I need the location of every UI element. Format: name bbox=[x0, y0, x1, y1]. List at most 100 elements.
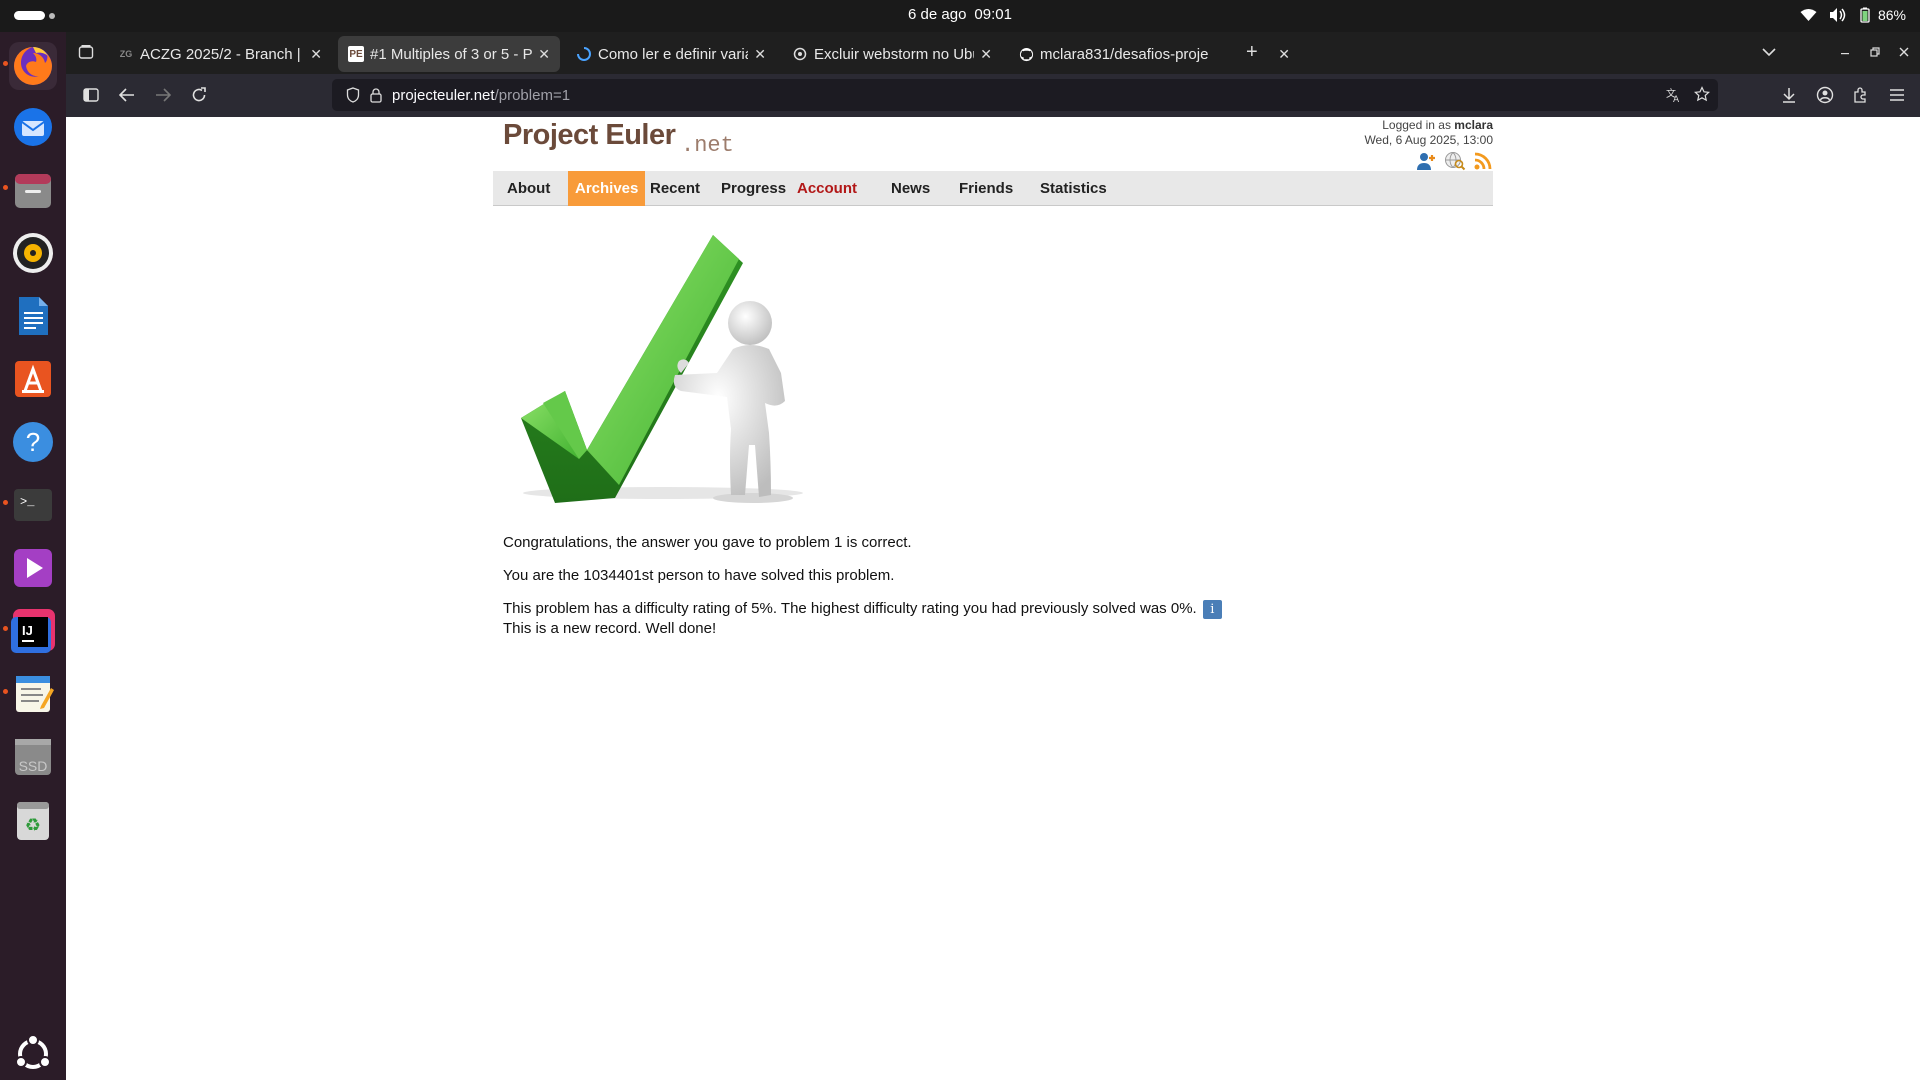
menu-account[interactable]: Account bbox=[790, 171, 864, 206]
congratulations-text: Congratulations, the answer you gave to … bbox=[503, 534, 912, 551]
chatgpt-favicon bbox=[792, 46, 808, 62]
ubuntu-dock: ? >_ IJ SSD ♻ bbox=[0, 32, 66, 1080]
tab-groups-icon[interactable] bbox=[78, 44, 94, 65]
tab-title: mclara831/desafios-proje bbox=[1040, 45, 1209, 63]
github-favicon bbox=[1018, 46, 1034, 62]
system-top-bar: 6 de ago 09:01 86% bbox=[0, 0, 1920, 32]
clock[interactable]: 6 de ago 09:01 bbox=[0, 6, 1920, 23]
volume-icon[interactable] bbox=[1828, 6, 1846, 24]
url-host: projecteuler.net bbox=[392, 86, 495, 104]
loading-favicon bbox=[576, 46, 592, 62]
tab-title: Excluir webstorm no Ubu bbox=[814, 45, 975, 63]
downloads-icon[interactable] bbox=[1778, 84, 1800, 106]
solver-rank-text: You are the 1034401st person to have sol… bbox=[503, 567, 895, 584]
firefox-icon[interactable] bbox=[9, 42, 57, 90]
tab-title: Como ler e definir variáve bbox=[598, 45, 748, 63]
app-center-icon[interactable] bbox=[9, 355, 57, 403]
battery-percent: 86% bbox=[1877, 7, 1906, 23]
translate-icon[interactable]: 文A bbox=[1666, 87, 1682, 103]
close-icon[interactable]: ✕ bbox=[538, 46, 550, 63]
difficulty-text: This problem has a difficulty rating of … bbox=[503, 600, 1197, 617]
logo-suffix: .net bbox=[681, 133, 734, 158]
menu-statistics[interactable]: Statistics bbox=[1033, 171, 1114, 206]
terminal-icon[interactable]: >_ bbox=[9, 481, 57, 529]
video-player-icon[interactable] bbox=[9, 544, 57, 592]
forward-icon[interactable] bbox=[152, 84, 174, 106]
tab-excluir-webstorm[interactable]: Excluir webstorm no Ubu ✕ bbox=[782, 36, 1002, 72]
account-icon[interactable] bbox=[1814, 84, 1836, 106]
text-editor-icon[interactable] bbox=[9, 670, 57, 718]
url-bar[interactable]: projecteuler.net/problem=1 文A bbox=[332, 79, 1718, 111]
site-logo[interactable]: Project Euler .net bbox=[503, 119, 734, 159]
close-window-icon[interactable] bbox=[1899, 44, 1909, 62]
tab-como-ler[interactable]: Como ler e definir variáve ✕ bbox=[566, 36, 776, 72]
minimize-icon[interactable] bbox=[1840, 44, 1850, 62]
tab-favicon: ZG bbox=[119, 49, 133, 59]
browser-tab-strip: ZG ACZG 2025/2 - Branch | (K ✕ PE #1 Mul… bbox=[66, 32, 1920, 74]
reload-icon[interactable] bbox=[188, 84, 210, 106]
rhythmbox-icon[interactable] bbox=[9, 229, 57, 277]
svg-text:IJ: IJ bbox=[22, 623, 33, 638]
running-indicator bbox=[3, 185, 8, 190]
close-icon[interactable]: ✕ bbox=[310, 46, 322, 63]
restore-icon[interactable] bbox=[1870, 44, 1880, 62]
tab-title: #1 Multiples of 3 or 5 - Pr bbox=[370, 45, 533, 63]
url-path: /problem=1 bbox=[494, 86, 571, 104]
clock-time: 09:01 bbox=[974, 6, 1012, 23]
new-record-text: This is a new record. Well done! bbox=[503, 619, 717, 637]
intellij-icon[interactable]: IJ bbox=[9, 607, 57, 655]
running-indicator bbox=[3, 689, 8, 694]
menu-about[interactable]: About bbox=[500, 171, 557, 206]
svg-text:>_: >_ bbox=[20, 495, 35, 509]
list-all-tabs-icon[interactable] bbox=[1762, 44, 1776, 62]
clock-date: 6 de ago bbox=[908, 6, 967, 23]
info-icon[interactable]: i bbox=[1202, 599, 1222, 619]
extensions-icon[interactable] bbox=[1850, 84, 1872, 106]
result-message: Congratulations, the answer you gave to … bbox=[503, 533, 1493, 652]
menu-friends[interactable]: Friends bbox=[952, 171, 1020, 206]
ssd-drive-icon[interactable]: SSD bbox=[9, 733, 57, 781]
lock-icon[interactable] bbox=[370, 87, 382, 103]
menu-recent[interactable]: Recent bbox=[643, 171, 707, 206]
menu-news[interactable]: News bbox=[884, 171, 937, 206]
browser-toolbar: projecteuler.net/problem=1 文A bbox=[66, 74, 1920, 117]
tab-title: ACZG 2025/2 - Branch | (K bbox=[140, 45, 305, 63]
svg-text:A: A bbox=[1673, 95, 1680, 103]
menu-icon[interactable] bbox=[1886, 84, 1908, 106]
running-indicator bbox=[3, 61, 8, 66]
files-icon[interactable] bbox=[9, 166, 57, 214]
project-euler-favicon: PE bbox=[348, 46, 364, 62]
tracking-protection-icon[interactable] bbox=[346, 87, 360, 103]
username: mclara bbox=[1454, 118, 1493, 132]
new-tab-icon[interactable]: + bbox=[1246, 41, 1258, 64]
bookmark-star-icon[interactable] bbox=[1694, 86, 1710, 102]
menu-progress[interactable]: Progress bbox=[714, 171, 793, 206]
site-nav-menu: About Archives Recent Progress Account N… bbox=[493, 171, 1493, 206]
sidebar-toggle-icon[interactable] bbox=[80, 84, 102, 106]
server-datetime: Wed, 6 Aug 2025, 13:00 bbox=[1364, 133, 1493, 147]
web-page: Project Euler .net Logged in as mclara W… bbox=[66, 117, 1920, 1080]
battery-icon[interactable] bbox=[1856, 6, 1874, 24]
svg-text:SSD: SSD bbox=[19, 758, 48, 774]
thunderbird-icon[interactable] bbox=[9, 103, 57, 151]
svg-text:?: ? bbox=[26, 427, 40, 457]
close-icon[interactable]: ✕ bbox=[1278, 46, 1290, 63]
correct-checkmark-illustration bbox=[503, 223, 813, 513]
close-icon[interactable]: ✕ bbox=[980, 46, 992, 63]
logo-text: Project Euler bbox=[503, 119, 676, 151]
wifi-icon[interactable] bbox=[1800, 6, 1818, 24]
close-icon[interactable]: ✕ bbox=[754, 46, 766, 63]
tab-aczg[interactable]: ZG ACZG 2025/2 - Branch | (K ✕ bbox=[108, 36, 332, 72]
running-indicator bbox=[3, 626, 8, 631]
help-icon[interactable]: ? bbox=[9, 418, 57, 466]
ubuntu-icon[interactable] bbox=[9, 1030, 57, 1078]
svg-text:♻: ♻ bbox=[25, 815, 41, 835]
tab-project-euler[interactable]: PE #1 Multiples of 3 or 5 - Pr ✕ bbox=[338, 36, 560, 72]
back-icon[interactable] bbox=[116, 84, 138, 106]
running-indicator bbox=[3, 500, 8, 505]
logged-in-label: Logged in as bbox=[1382, 118, 1451, 132]
menu-archives[interactable]: Archives bbox=[568, 171, 646, 206]
trash-icon[interactable]: ♻ bbox=[9, 796, 57, 844]
user-info: Logged in as mclara Wed, 6 Aug 2025, 13:… bbox=[1364, 118, 1493, 175]
writer-icon[interactable] bbox=[9, 292, 57, 340]
